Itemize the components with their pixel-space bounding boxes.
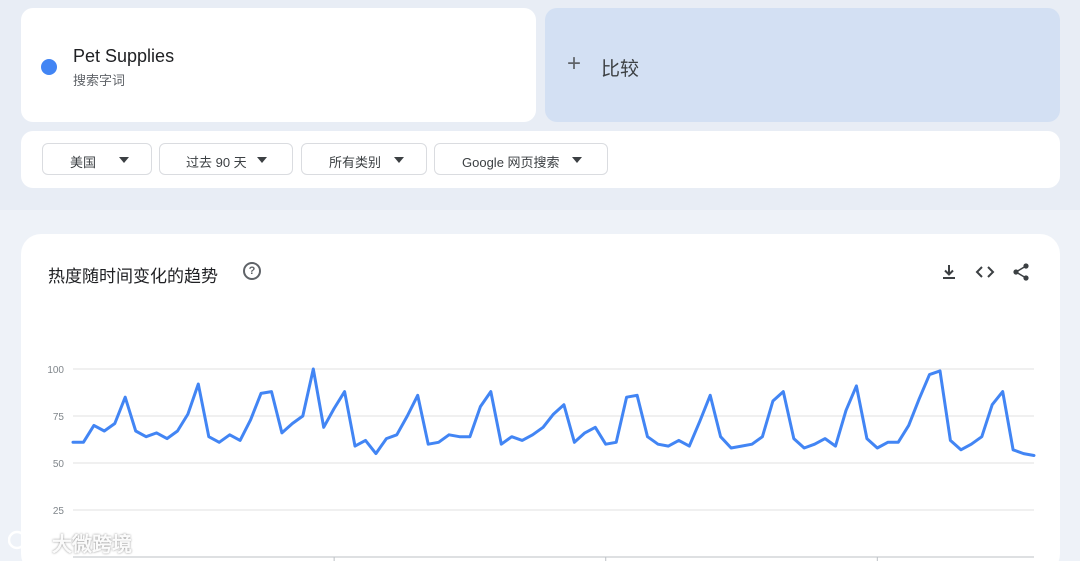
caret-down-icon	[119, 157, 129, 163]
search-type-filter[interactable]: Google 网页搜索	[434, 143, 608, 175]
watermark-text: 大微跨境	[52, 534, 132, 556]
trend-chart: 25 50 75 100 7月7日8月2日8月28日	[47, 365, 1036, 561]
compare-button[interactable]: + 比较	[545, 8, 1060, 122]
region-filter[interactable]: 美国	[42, 143, 152, 175]
interest-over-time-card: 热度随时间变化的趋势 ? 255075100 7月7日8月2日8月28日	[21, 234, 1060, 561]
compare-label: 比较	[601, 59, 640, 80]
caret-down-icon	[394, 157, 404, 163]
chart-series	[71, 367, 1036, 457]
y-axis-ticks: 25 50 75 100	[47, 365, 64, 517]
search-term-type: 搜索字词	[73, 73, 126, 88]
series-line[interactable]	[71, 367, 1036, 457]
x-axis-ticks: 7月7日8月2日8月28日	[333, 557, 878, 561]
caret-down-icon	[257, 157, 267, 163]
y-tick-label: 25	[53, 506, 65, 517]
series-color-dot	[41, 59, 57, 75]
time-range-filter-label: 过去 90 天	[186, 155, 247, 170]
region-filter-label: 美国	[70, 155, 97, 170]
category-filter-label: 所有类别	[329, 155, 382, 170]
search-type-filter-label: Google 网页搜索	[462, 155, 560, 170]
chart-grid	[73, 368, 1034, 558]
category-filter[interactable]: 所有类别	[301, 143, 427, 175]
filter-bar: 美国 过去 90 天 所有类别 Google 网页搜索	[21, 131, 1060, 188]
y-tick-label: 100	[47, 365, 64, 376]
y-tick-label: 50	[53, 459, 65, 470]
brand-logo-icon	[8, 530, 46, 550]
caret-down-icon	[572, 157, 582, 163]
y-tick-label: 75	[53, 412, 65, 423]
search-term-card[interactable]: Pet Supplies 搜索字词	[21, 8, 536, 122]
search-term-name: Pet Supplies	[73, 46, 175, 66]
time-range-filter[interactable]: 过去 90 天	[159, 143, 293, 175]
plus-icon: +	[567, 50, 582, 77]
